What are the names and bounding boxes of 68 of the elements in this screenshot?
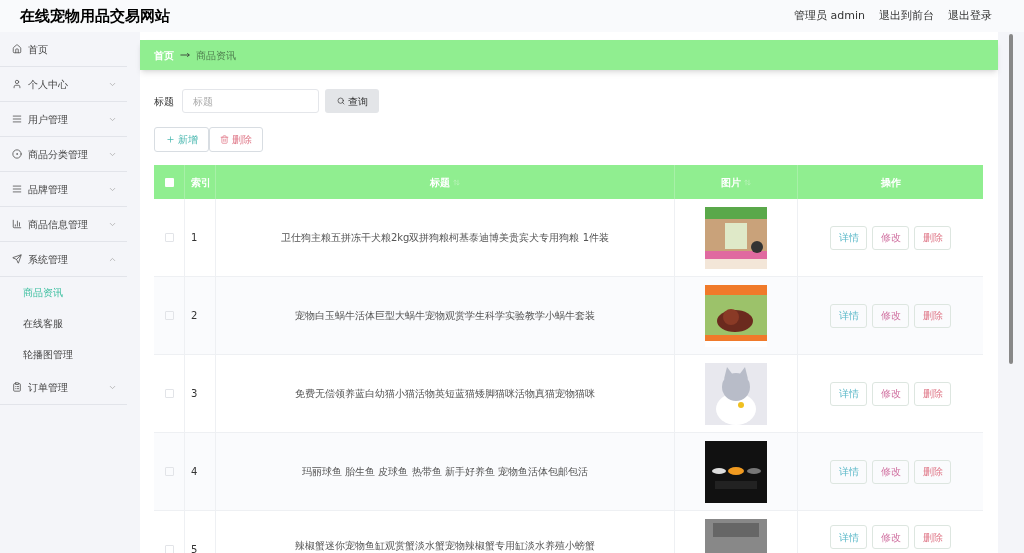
submenu-item[interactable]: 商品资讯 bbox=[0, 277, 127, 308]
list-icon bbox=[12, 184, 22, 194]
detail-button[interactable]: 详情 bbox=[830, 459, 867, 484]
list-icon bbox=[12, 114, 22, 124]
query-button[interactable]: 查询 bbox=[325, 89, 379, 113]
row-checkbox[interactable] bbox=[164, 389, 174, 398]
header-link[interactable]: 退出登录 bbox=[948, 7, 992, 25]
site-title: 在线宠物用品交易网站 bbox=[20, 5, 170, 27]
edit-button[interactable]: 修改 bbox=[872, 225, 909, 250]
scrollbar-thumb[interactable] bbox=[1009, 34, 1013, 364]
delete-row-button[interactable]: 删除 bbox=[914, 459, 951, 484]
title-cell-text: 卫仕狗主粮五拼冻干犬粮2kg双拼狗粮柯基泰迪博美贵宾犬专用狗粮 1件装 bbox=[280, 231, 609, 245]
title-cell-text: 免费无偿领养蓝白幼猫小猫活物英短蓝猫矮脚猫咪活物真猫宠物猫咪 bbox=[295, 387, 595, 401]
paper-plane-icon bbox=[12, 254, 22, 264]
trash-icon bbox=[220, 135, 229, 144]
circle-icon bbox=[12, 149, 22, 159]
index-cell-text: 4 bbox=[191, 465, 198, 479]
title-cell-text: 宠物白玉蜗牛活体巨型大蜗牛宠物观赏学生科学实验教学小蜗牛套装 bbox=[295, 309, 595, 323]
breadcrumb-link[interactable]: 商品资讯 bbox=[196, 47, 236, 63]
sidebar-item[interactable]: 商品分类管理 bbox=[0, 137, 127, 172]
column-header: 操作 bbox=[879, 175, 902, 190]
search-icon bbox=[336, 97, 345, 105]
arrow-right-icon bbox=[180, 50, 190, 60]
submenu-item[interactable]: 在线客服 bbox=[0, 308, 127, 339]
header-link[interactable]: 退出到前台 bbox=[879, 7, 934, 25]
title-search-field[interactable]: 标题 bbox=[182, 89, 319, 113]
clipboard-icon bbox=[12, 382, 22, 392]
sidebar-item[interactable]: 首页 bbox=[0, 32, 127, 67]
edit-button[interactable]: 修改 bbox=[872, 303, 909, 328]
row-checkbox[interactable] bbox=[164, 311, 174, 320]
detail-button[interactable]: 详情 bbox=[830, 225, 867, 250]
delete-row-button[interactable]: 删除 bbox=[914, 525, 951, 549]
sidebar-item[interactable]: 订单管理 bbox=[0, 370, 127, 405]
header-link[interactable]: 管理员 admin bbox=[794, 7, 865, 25]
index-cell-text: 2 bbox=[191, 309, 198, 323]
delete-row-button[interactable]: 删除 bbox=[914, 225, 951, 250]
add-button[interactable]: 新增 bbox=[154, 127, 209, 152]
search-label: 标题 bbox=[154, 94, 174, 109]
sidebar-item[interactable]: 商品信息管理 bbox=[0, 207, 127, 242]
sidebar-item[interactable]: 用户管理 bbox=[0, 102, 127, 137]
row-checkbox[interactable] bbox=[164, 467, 174, 476]
detail-button[interactable]: 详情 bbox=[830, 381, 867, 406]
sidebar-item[interactable]: 个人中心 bbox=[0, 67, 127, 102]
edit-button[interactable]: 修改 bbox=[872, 525, 909, 549]
edit-button[interactable]: 修改 bbox=[872, 459, 909, 484]
user-icon bbox=[12, 79, 22, 89]
delete-row-button[interactable]: 删除 bbox=[914, 303, 951, 328]
sidebar-item[interactable]: 品牌管理 bbox=[0, 172, 127, 207]
index-cell-text: 1 bbox=[191, 231, 198, 245]
row-checkbox[interactable] bbox=[164, 233, 174, 242]
delete-button[interactable]: 删除 bbox=[209, 127, 263, 152]
title-cell-text: 玛丽球鱼 胎生鱼 皮球鱼 热带鱼 新手好养鱼 宠物鱼活体包邮包活 bbox=[302, 465, 588, 479]
bar-chart-icon bbox=[12, 219, 22, 229]
detail-button[interactable]: 详情 bbox=[830, 303, 867, 328]
home-icon bbox=[12, 44, 22, 54]
submenu-item[interactable]: 轮播图管理 bbox=[0, 339, 127, 370]
detail-button[interactable]: 详情 bbox=[830, 525, 867, 549]
index-cell-text: 3 bbox=[191, 387, 198, 401]
sort-icon bbox=[744, 178, 751, 186]
delete-row-button[interactable]: 删除 bbox=[914, 381, 951, 406]
edit-button[interactable]: 修改 bbox=[872, 381, 909, 406]
sort-icon bbox=[453, 178, 460, 186]
select-all-checkbox[interactable] bbox=[164, 177, 174, 187]
plus-icon bbox=[165, 135, 175, 144]
index-cell-text: 5 bbox=[191, 543, 198, 553]
sidebar-item[interactable]: 系统管理 bbox=[0, 242, 127, 277]
row-checkbox[interactable] bbox=[164, 545, 174, 553]
title-cell-text: 辣椒蟹迷你宠物鱼缸观赏蟹淡水蟹宠物辣椒蟹专用缸淡水养殖小螃蟹 bbox=[295, 539, 595, 553]
